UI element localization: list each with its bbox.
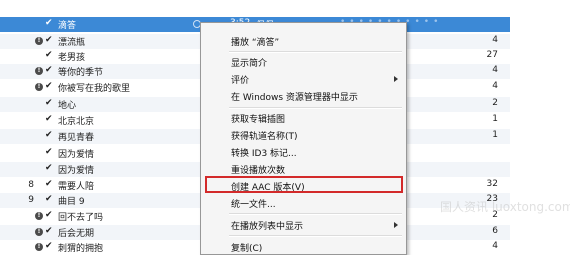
track-title: 刺猬的拥抱 (58, 244, 104, 254)
warning-icon: ! (35, 212, 43, 220)
play-count: 4 (492, 35, 498, 45)
track-title: 因为爱情 (58, 150, 95, 160)
play-count: 2 (492, 98, 498, 108)
checkbox[interactable]: ✔ (45, 50, 53, 60)
play-count: 4 (492, 65, 498, 75)
menu-separator (229, 235, 402, 237)
track-title: 漂流瓶 (58, 38, 86, 48)
checkbox[interactable]: ✔ (45, 147, 53, 157)
warning-icon: ! (35, 67, 43, 75)
checkbox[interactable]: ✔ (45, 114, 53, 124)
highlight-box (205, 176, 403, 193)
warning-icon: ! (35, 228, 43, 236)
watermark: 国人资讯 luoxtong.com (440, 200, 570, 214)
play-count: 32 (486, 179, 498, 189)
play-count: 6 (492, 226, 498, 236)
track-title: 曲目 9 (58, 197, 85, 207)
menu-item-get-track-names[interactable]: 获得轨道名称(T) (231, 129, 298, 142)
menu-item-show-in-explorer[interactable]: 在 Windows 资源管理器中显示 (231, 90, 358, 103)
play-count: 4 (492, 241, 498, 251)
track-title: 再见青春 (58, 133, 95, 143)
checkbox[interactable]: ✔ (45, 81, 53, 91)
checkbox[interactable]: ✔ (45, 210, 53, 220)
menu-item-convert-id3[interactable]: 转换 ID3 标记... (231, 146, 297, 159)
checkbox[interactable]: ✔ (45, 179, 53, 189)
track-title: 北京北京 (58, 117, 95, 127)
menu-item-show-info[interactable]: 显示简介 (231, 56, 267, 69)
context-menu: 播放 “滴答” 显示简介 评价 在 Windows 资源管理器中显示 获取专辑插… (200, 22, 407, 255)
checkbox[interactable]: ✔ (45, 163, 53, 173)
checkbox[interactable]: ✔ (45, 130, 53, 140)
track-title: 后会无期 (58, 229, 95, 239)
menu-separator (229, 107, 402, 109)
menu-item-show-in-playlist[interactable]: 在播放列表中显示 (231, 219, 303, 232)
track-title: 老男孩 (58, 53, 86, 63)
track-title: 你被写在我的歌里 (58, 84, 131, 94)
submenu-arrow-icon (394, 76, 398, 82)
checkbox[interactable]: ✔ (45, 35, 53, 45)
checkbox[interactable]: ✔ (45, 98, 53, 108)
track-title: 回不去了吗 (58, 213, 104, 223)
menu-item-get-artwork[interactable]: 获取专辑插图 (231, 112, 285, 125)
track-number: 8 (28, 180, 34, 190)
track-number: 9 (28, 195, 34, 205)
checkbox[interactable]: ✔ (45, 194, 53, 204)
warning-icon: ! (35, 37, 43, 45)
checkbox[interactable]: ✔ (45, 65, 53, 75)
menu-item-play[interactable]: 播放 “滴答” (231, 35, 279, 48)
play-count: 1 (492, 114, 498, 124)
menu-item-consolidate[interactable]: 统一文件... (231, 197, 276, 210)
menu-separator (229, 51, 402, 53)
play-count: 1 (492, 130, 498, 140)
checkbox[interactable]: ✔ (45, 226, 53, 236)
play-count: 4 (492, 81, 498, 91)
warning-icon: ! (35, 83, 43, 91)
menu-item-rating[interactable]: 评价 (231, 73, 249, 86)
menu-item-copy[interactable]: 复制(C) (231, 241, 262, 254)
checkbox[interactable]: ✔ (45, 241, 53, 251)
menu-item-reset-plays[interactable]: 重设播放次数 (231, 163, 285, 176)
submenu-arrow-icon (394, 222, 398, 228)
track-title: 滴答 (58, 21, 77, 31)
track-title: 需要人陪 (58, 182, 95, 192)
warning-icon: ! (35, 243, 43, 251)
checkbox[interactable]: ✔ (45, 18, 53, 28)
track-title: 等你的季节 (58, 68, 104, 78)
track-title: 地心 (58, 101, 77, 111)
track-title: 因为爱情 (58, 166, 95, 176)
play-count: 27 (486, 50, 498, 60)
menu-separator (229, 213, 402, 215)
